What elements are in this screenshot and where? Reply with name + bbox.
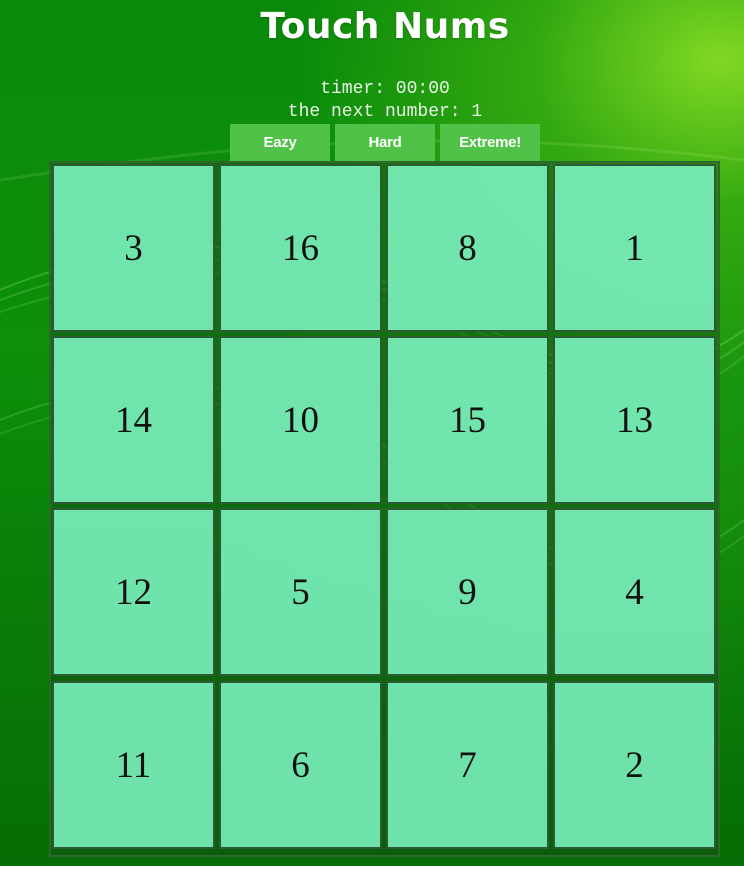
grid-cell[interactable]: 10: [219, 336, 382, 504]
grid-cell[interactable]: 9: [386, 508, 549, 676]
grid-cell[interactable]: 8: [386, 164, 549, 332]
page-title: Touch Nums: [260, 6, 510, 47]
status-panel: timer: 00:00 the next number: 1: [0, 78, 744, 124]
grid-cell[interactable]: 12: [52, 508, 215, 676]
grid-cell[interactable]: 14: [52, 336, 215, 504]
grid-cell[interactable]: 2: [553, 681, 716, 849]
eazy-button[interactable]: Eazy: [230, 124, 330, 161]
grid-cell[interactable]: 11: [52, 681, 215, 849]
level-selector: Eazy Hard Extreme!: [230, 124, 545, 161]
number-grid: 3 16 8 1 14 10 15 13 12 5 9 4 11 6 7 2: [49, 161, 720, 857]
grid-cell[interactable]: 7: [386, 681, 549, 849]
timer-readout: timer: 00:00: [320, 79, 450, 99]
grid-cell[interactable]: 13: [553, 336, 716, 504]
grid-cell[interactable]: 4: [553, 508, 716, 676]
grid-cell[interactable]: 3: [52, 164, 215, 332]
grid-cell[interactable]: 16: [219, 164, 382, 332]
grid-cell[interactable]: 1: [553, 164, 716, 332]
extreme-button[interactable]: Extreme!: [440, 124, 540, 161]
grid-cell[interactable]: 6: [219, 681, 382, 849]
next-number-readout: the next number: 1: [287, 102, 483, 122]
game-page: Touch Nums timer: 00:00 the next number:…: [0, 0, 744, 866]
hard-button[interactable]: Hard: [335, 124, 435, 161]
grid-cell[interactable]: 15: [386, 336, 549, 504]
grid-cell[interactable]: 5: [219, 508, 382, 676]
